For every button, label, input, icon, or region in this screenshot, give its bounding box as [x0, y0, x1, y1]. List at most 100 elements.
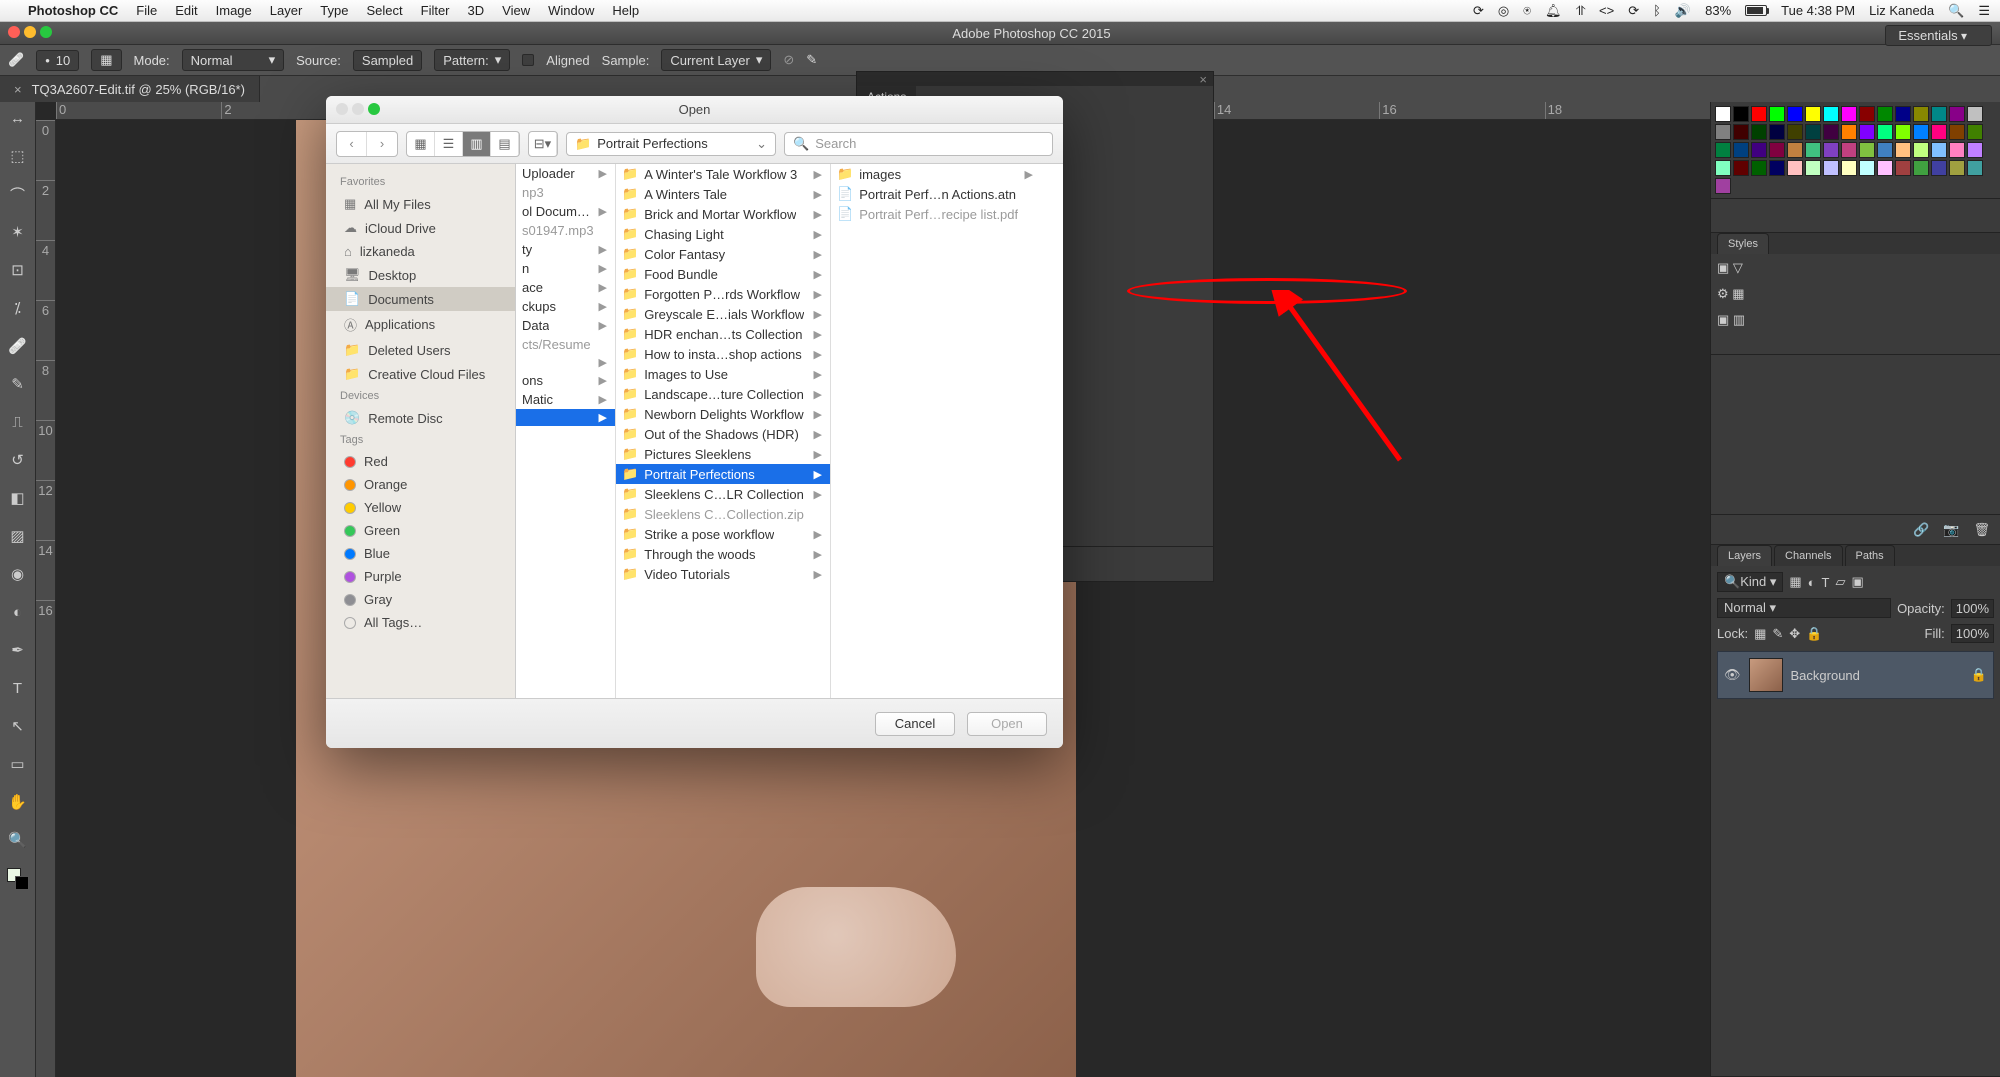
brush-tool[interactable]: ✎	[8, 374, 28, 394]
cancel-button[interactable]: Cancel	[875, 712, 955, 736]
swatch[interactable]	[1805, 124, 1821, 140]
menu-icon[interactable]: ☰	[1978, 3, 1990, 19]
app-name[interactable]: Photoshop CC	[28, 3, 118, 18]
layer-kind-filter[interactable]: 🔍Kind ▾	[1717, 572, 1783, 592]
ignore-adjustment-icon[interactable]: ⊘	[783, 52, 794, 68]
swatch[interactable]	[1787, 106, 1803, 122]
nav-back-forward[interactable]: ‹›	[336, 131, 398, 157]
view-icons-icon[interactable]: ▦	[407, 132, 435, 156]
swatch[interactable]	[1931, 106, 1947, 122]
swatch[interactable]	[1823, 142, 1839, 158]
file-row[interactable]: cts/Resume	[516, 335, 615, 354]
file-row[interactable]: 📁Food Bundle▶	[616, 264, 830, 284]
file-row[interactable]: ons▶	[516, 371, 615, 390]
swatch[interactable]	[1967, 160, 1983, 176]
file-row[interactable]: ol Documents▶	[516, 202, 615, 221]
mode-dropdown[interactable]: Normal ▾	[182, 49, 284, 71]
swatch[interactable]	[1805, 106, 1821, 122]
file-row[interactable]: 📁Sleeklens C…LR Collection▶	[616, 484, 830, 504]
status-volume-icon[interactable]: 🔊	[1675, 3, 1691, 19]
swatch[interactable]	[1841, 160, 1857, 176]
close-tab-icon[interactable]: ×	[14, 82, 22, 97]
status-wifi-icon[interactable]: ⥣	[1576, 3, 1585, 19]
swatch[interactable]	[1715, 160, 1731, 176]
view-list-icon[interactable]: ☰	[435, 132, 463, 156]
pressure-icon[interactable]: ✎	[806, 52, 817, 68]
column-2[interactable]: 📁A Winter's Tale Workflow 3▶📁A Winters T…	[616, 164, 831, 698]
dialog-window-controls[interactable]	[336, 103, 384, 118]
swatch[interactable]	[1967, 142, 1983, 158]
swatch[interactable]	[1841, 106, 1857, 122]
stamp-tool[interactable]: ⎍	[8, 412, 28, 432]
file-row[interactable]: Data▶	[516, 316, 615, 335]
file-row[interactable]: 📁HDR enchan…ts Collection▶	[616, 324, 830, 344]
file-row[interactable]: 📁A Winter's Tale Workflow 3▶	[616, 164, 830, 184]
sidebar-item[interactable]: 💿Remote Disc	[326, 406, 515, 430]
sample-dropdown[interactable]: Current Layer ▾	[661, 49, 771, 71]
sidebar-item[interactable]: Purple	[326, 565, 515, 588]
swatch[interactable]	[1877, 142, 1893, 158]
brush-size[interactable]: •10	[36, 50, 79, 71]
swatch[interactable]	[1823, 124, 1839, 140]
file-row[interactable]: 📄Portrait Perf…recipe list.pdf	[831, 204, 1041, 224]
swatch[interactable]	[1769, 106, 1785, 122]
swatch[interactable]	[1895, 160, 1911, 176]
file-row[interactable]: 📁Through the woods▶	[616, 544, 830, 564]
sidebar-item[interactable]: Orange	[326, 473, 515, 496]
file-row[interactable]: 📁Forgotten P…rds Workflow▶	[616, 284, 830, 304]
file-row[interactable]: 📁Video Tutorials▶	[616, 564, 830, 584]
menu-view[interactable]: View	[502, 3, 530, 18]
blur-tool[interactable]: ◉	[8, 564, 28, 584]
path-tool[interactable]: ↖	[8, 716, 28, 736]
sidebar-item[interactable]: All Tags…	[326, 611, 515, 634]
shape-tool[interactable]: ▭	[8, 754, 28, 774]
column-1[interactable]: Uploader▶np3ol Documents▶s01947.mp3ty▶n▶…	[516, 164, 616, 698]
swatch[interactable]	[1715, 142, 1731, 158]
layer-row-background[interactable]: 👁 Background 🔒	[1717, 651, 1994, 699]
file-row[interactable]: ty▶	[516, 240, 615, 259]
file-row[interactable]: 📁Brick and Mortar Workflow▶	[616, 204, 830, 224]
sidebar-item[interactable]: 📁Deleted Users	[326, 338, 515, 362]
swatch[interactable]	[1751, 160, 1767, 176]
file-row[interactable]: n▶	[516, 259, 615, 278]
window-controls[interactable]	[8, 26, 56, 41]
zoom-tool[interactable]: 🔍	[8, 830, 28, 850]
file-row[interactable]: 📁Out of the Shadows (HDR)▶	[616, 424, 830, 444]
swatch[interactable]	[1751, 124, 1767, 140]
swatch[interactable]	[1949, 124, 1965, 140]
lock-position-icon[interactable]: ✥	[1789, 626, 1800, 642]
file-row[interactable]: 📁Portrait Perfections▶	[616, 464, 830, 484]
swatch[interactable]	[1931, 142, 1947, 158]
crop-tool[interactable]: ⊡	[8, 260, 28, 280]
menu-3d[interactable]: 3D	[468, 3, 485, 18]
hand-tool[interactable]: ✋	[8, 792, 28, 812]
pen-tool[interactable]: ✒	[8, 640, 28, 660]
swatch[interactable]	[1841, 124, 1857, 140]
quickselect-tool[interactable]: ✶	[8, 222, 28, 242]
swatch[interactable]	[1859, 106, 1875, 122]
sidebar-item[interactable]: Green	[326, 519, 515, 542]
fill-value[interactable]: 100%	[1951, 624, 1994, 643]
sidebar-item[interactable]: 📄Documents	[326, 287, 515, 311]
file-row[interactable]: 📁Newborn Delights Workflow▶	[616, 404, 830, 424]
gradient-tool[interactable]: ▨	[8, 526, 28, 546]
swatch[interactable]	[1769, 124, 1785, 140]
source-pattern[interactable]: Pattern: ▾	[434, 49, 510, 71]
open-button[interactable]: Open	[967, 712, 1047, 736]
file-row[interactable]: 📁Landscape…ture Collection▶	[616, 384, 830, 404]
file-row[interactable]: s01947.mp3	[516, 221, 615, 240]
status-sync-icon[interactable]: ⟳	[1473, 3, 1484, 19]
workspace-selector[interactable]: Essentials ▾	[1885, 25, 1992, 46]
swatch[interactable]	[1931, 124, 1947, 140]
file-row[interactable]: 📁Color Fantasy▶	[616, 244, 830, 264]
swatch[interactable]	[1949, 106, 1965, 122]
move-tool[interactable]: ↔	[8, 108, 28, 128]
status-bluetooth-icon[interactable]: ᛒ	[1653, 3, 1661, 18]
filter-pixel-icon[interactable]: ▦	[1789, 574, 1801, 590]
file-row[interactable]: 📁Strike a pose workflow▶	[616, 524, 830, 544]
heal-tool[interactable]: 🩹	[8, 336, 28, 356]
filter-shape-icon[interactable]: ▱	[1835, 574, 1845, 590]
swatch[interactable]	[1733, 160, 1749, 176]
paths-tab[interactable]: Paths	[1845, 545, 1895, 566]
menu-type[interactable]: Type	[320, 3, 348, 18]
